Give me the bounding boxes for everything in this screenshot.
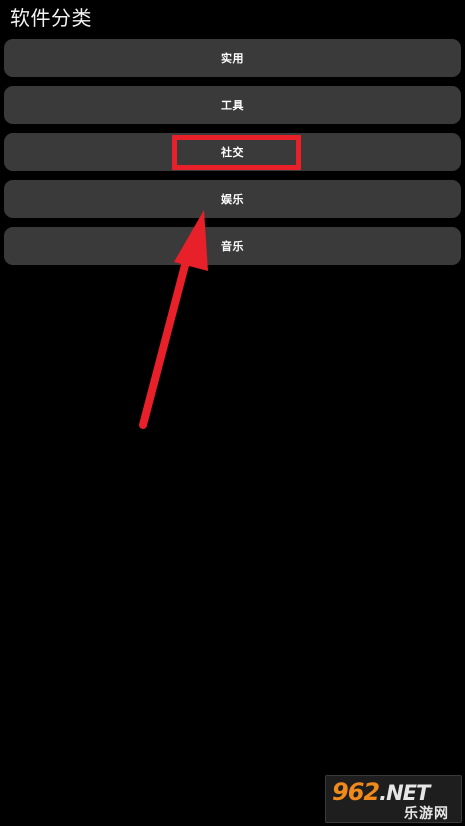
watermark-subtitle: 乐游网 (404, 806, 449, 822)
arrow-shaft (139, 246, 193, 429)
watermark-logo: 962.NET 乐游网 (325, 775, 462, 823)
page-title: 软件分类 (10, 6, 92, 30)
category-label: 实用 (221, 52, 244, 65)
category-label: 音乐 (221, 240, 244, 253)
category-label: 社交 (221, 146, 244, 159)
category-item-music[interactable]: 音乐 (4, 227, 461, 265)
watermark-digits: 962 (332, 778, 380, 806)
category-label: 工具 (221, 99, 244, 112)
watermark-suffix: .NET (379, 781, 430, 805)
category-item-practical[interactable]: 实用 (4, 39, 461, 77)
category-item-social[interactable]: 社交 (4, 133, 461, 171)
category-label: 娱乐 (221, 193, 244, 206)
category-item-tools[interactable]: 工具 (4, 86, 461, 124)
category-item-entertainment[interactable]: 娱乐 (4, 180, 461, 218)
